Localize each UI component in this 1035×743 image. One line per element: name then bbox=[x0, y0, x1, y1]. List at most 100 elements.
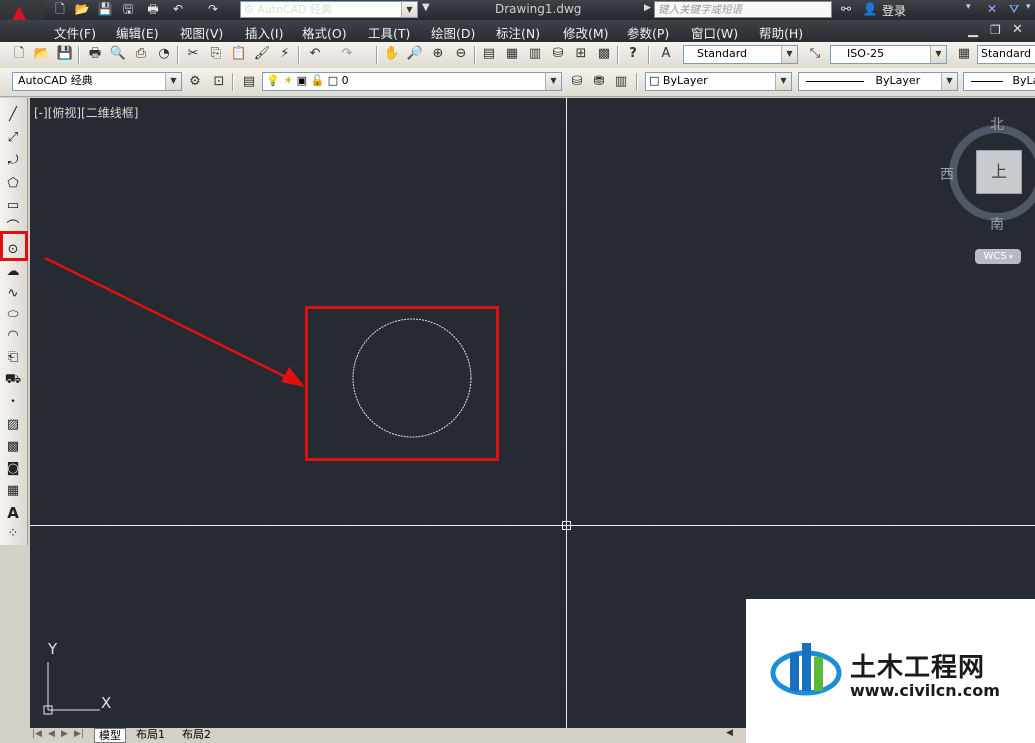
chevron-down-icon[interactable]: ▾ bbox=[966, 2, 971, 12]
open-icon[interactable]: 📂 bbox=[74, 2, 90, 16]
publish-icon[interactable]: ⎙ bbox=[132, 45, 150, 63]
rectangle-icon[interactable]: ▭ bbox=[4, 197, 22, 215]
close-icon[interactable]: ✕ bbox=[1012, 22, 1023, 37]
undo-icon[interactable]: ↶ bbox=[306, 45, 324, 63]
chevron-down-icon[interactable]: ▾ bbox=[1026, 2, 1031, 12]
redo-icon[interactable]: ↷ bbox=[338, 45, 356, 63]
zoom-realtime-icon[interactable]: 🔎 bbox=[406, 45, 424, 63]
tool-palettes-icon[interactable]: ▥ bbox=[526, 45, 544, 63]
paste-icon[interactable]: 📋 bbox=[230, 45, 248, 63]
multiline-text-icon[interactable]: A bbox=[4, 504, 22, 522]
scroll-left-icon[interactable]: ◀ bbox=[726, 728, 733, 738]
compass-south[interactable]: 南 bbox=[990, 214, 1004, 234]
workspace-toolbar-icon[interactable]: ⊡ bbox=[210, 73, 228, 91]
layer-manager-icon[interactable]: ▤ bbox=[240, 73, 258, 91]
zoom-previous-icon[interactable]: ⊖ bbox=[452, 45, 470, 63]
menu-modify[interactable]: 修改(M) bbox=[563, 23, 609, 42]
workspace-dropdown[interactable]: ⚙ AutoCAD 经典 ▼ bbox=[240, 1, 418, 18]
plot-icon[interactable]: 🖶 bbox=[86, 45, 104, 63]
first-tab-icon[interactable]: |◀ bbox=[32, 729, 42, 739]
menu-edit[interactable]: 编辑(E) bbox=[116, 23, 159, 42]
tab-layout1[interactable]: 布局1 bbox=[136, 728, 165, 742]
table-style-dropdown[interactable]: Standard bbox=[977, 45, 1035, 64]
design-center-icon[interactable]: ▦ bbox=[503, 45, 521, 63]
menu-file[interactable]: 文件(F) bbox=[54, 23, 96, 42]
spline-icon[interactable]: ∿ bbox=[4, 285, 22, 303]
tab-model[interactable]: 模型 bbox=[94, 728, 126, 743]
menu-help[interactable]: 帮助(H) bbox=[759, 23, 803, 42]
menu-parametric[interactable]: 参数(P) bbox=[627, 23, 669, 42]
save-icon[interactable]: 💾 bbox=[97, 2, 113, 16]
text-style-icon[interactable]: A bbox=[657, 45, 675, 63]
compass-west[interactable]: 西 bbox=[940, 164, 954, 184]
make-block-icon[interactable]: ⛟ bbox=[4, 371, 22, 389]
menu-format[interactable]: 格式(O) bbox=[302, 23, 347, 42]
menu-tools[interactable]: 工具(T) bbox=[368, 23, 410, 42]
binoculars-icon[interactable]: ⚯ bbox=[838, 2, 854, 16]
gradient-icon[interactable]: ▩ bbox=[4, 438, 22, 456]
restore-icon[interactable]: ❐ bbox=[990, 23, 1001, 37]
ellipse-icon[interactable]: ⬭ bbox=[4, 306, 22, 324]
revision-cloud-icon[interactable]: ☁ bbox=[4, 263, 22, 281]
3d-dwf-icon[interactable]: ◔ bbox=[155, 45, 173, 63]
layer-previous-icon[interactable]: ⛃ bbox=[590, 73, 608, 91]
quick-access-menu-icon[interactable]: ▼ bbox=[422, 2, 430, 13]
undo-icon[interactable]: ↶ bbox=[170, 2, 186, 16]
exchange-icon[interactable]: ✕ bbox=[984, 2, 1000, 16]
polygon-icon[interactable]: ⬠ bbox=[4, 175, 22, 193]
login-link[interactable]: 登录 bbox=[882, 2, 906, 19]
properties-icon[interactable]: ▤ bbox=[480, 45, 498, 63]
color-dropdown[interactable]: □ ByLayer ▼ bbox=[645, 72, 792, 91]
lineweight-dropdown[interactable]: ByLay bbox=[963, 72, 1035, 91]
plot-preview-icon[interactable]: 🔍 bbox=[109, 45, 127, 63]
ellipse-arc-icon[interactable]: ◠ bbox=[4, 327, 22, 345]
help-icon[interactable]: ? bbox=[624, 45, 642, 63]
tab-layout2[interactable]: 布局2 bbox=[182, 728, 211, 742]
user-icon[interactable]: 👤 bbox=[862, 2, 878, 16]
pan-icon[interactable]: ✋ bbox=[383, 45, 401, 63]
last-tab-icon[interactable]: ▶| bbox=[74, 729, 84, 739]
minimize-icon[interactable]: ▁ bbox=[968, 23, 978, 38]
prev-tab-icon[interactable]: ◀ bbox=[48, 729, 55, 739]
copy-icon[interactable]: ⎘ bbox=[207, 45, 225, 63]
match-properties-icon[interactable]: 🖌 bbox=[253, 45, 271, 63]
layer-dropdown[interactable]: 💡 ☀ ▣ 🔓 □ 0 ▼ bbox=[262, 72, 562, 91]
menu-view[interactable]: 视图(V) bbox=[180, 23, 223, 42]
make-current-layer-icon[interactable]: ⛁ bbox=[568, 73, 586, 91]
hatch-icon[interactable]: ▨ bbox=[4, 416, 22, 434]
viewcube[interactable]: 北 南 西 上 bbox=[940, 117, 1035, 233]
save-icon[interactable]: 💾 bbox=[56, 45, 74, 63]
workspace-settings-icon[interactable]: ⚙ bbox=[186, 73, 204, 91]
autodesk-icon[interactable]: ⛛ bbox=[1006, 2, 1022, 16]
dim-style-dropdown[interactable]: ISO-25 ▼ bbox=[830, 45, 947, 64]
construction-line-icon[interactable]: ⤢ bbox=[4, 129, 22, 147]
text-style-dropdown[interactable]: Standard ▼ bbox=[683, 45, 798, 64]
calculator-icon[interactable]: ▩ bbox=[595, 45, 613, 63]
saveas-icon[interactable]: 🖫 bbox=[120, 2, 136, 16]
open-icon[interactable]: 📂 bbox=[33, 45, 51, 63]
polyline-icon[interactable]: ⤾ bbox=[4, 152, 22, 170]
print-icon[interactable]: 🖶 bbox=[145, 2, 161, 16]
sheet-set-icon[interactable]: ⛁ bbox=[549, 45, 567, 63]
layer-state-icon[interactable]: ▥ bbox=[612, 73, 630, 91]
compass-north[interactable]: 北 bbox=[990, 114, 1004, 134]
table-style-icon[interactable]: ▦ bbox=[955, 45, 973, 63]
redo-icon[interactable]: ↷ bbox=[205, 2, 221, 16]
add-selected-icon[interactable]: ⁘ bbox=[4, 525, 22, 543]
table-icon[interactable]: ▦ bbox=[4, 482, 22, 500]
new-icon[interactable]: 🗋 bbox=[52, 2, 68, 16]
menu-dimension[interactable]: 标注(N) bbox=[496, 23, 540, 42]
menu-draw[interactable]: 绘图(D) bbox=[431, 23, 475, 42]
ucs-menu-button[interactable]: WCS ▾ bbox=[975, 249, 1021, 264]
dim-style-icon[interactable]: ⤡ bbox=[806, 45, 824, 63]
linetype-dropdown[interactable]: ByLayer ▼ bbox=[798, 72, 958, 91]
menu-window[interactable]: 窗口(W) bbox=[691, 23, 738, 42]
workspace-dropdown[interactable]: AutoCAD 经典 ▼ bbox=[12, 72, 182, 91]
point-icon[interactable]: • bbox=[4, 393, 22, 411]
line-icon[interactable]: ╱ bbox=[4, 106, 22, 124]
search-input[interactable]: 键入关键字或短语 bbox=[654, 1, 832, 18]
menu-insert[interactable]: 插入(I) bbox=[245, 23, 283, 42]
region-icon[interactable]: ◙ bbox=[4, 460, 22, 478]
zoom-window-icon[interactable]: ⊕ bbox=[429, 45, 447, 63]
markup-icon[interactable]: ⊞ bbox=[572, 45, 590, 63]
